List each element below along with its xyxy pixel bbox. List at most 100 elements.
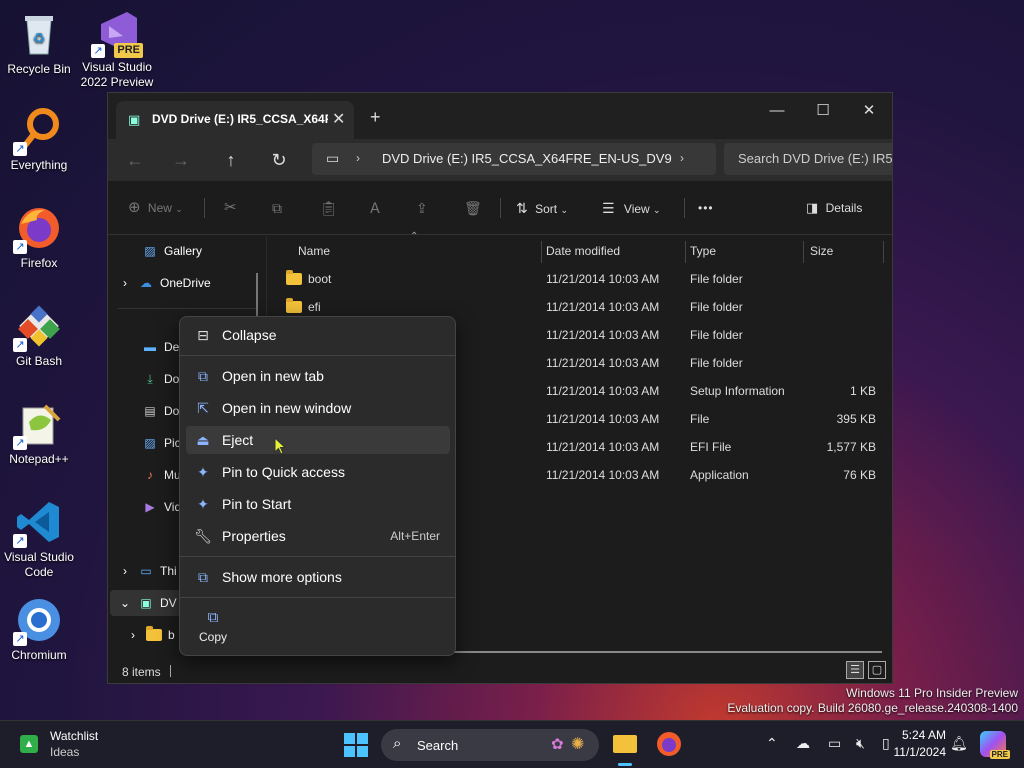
new-button[interactable]: ⊕ New ⌄ xyxy=(128,196,183,220)
clock-time[interactable]: 5:24 AM xyxy=(896,728,946,742)
menu-item-pin-to-start[interactable]: ✦ Pin to Start xyxy=(186,490,450,518)
copilot-icon[interactable]: PRE xyxy=(980,731,1010,759)
sidebar-item-dvd-drive[interactable]: ⌄ ▣ DV xyxy=(120,592,177,614)
copy-button[interactable]: ⧉ Copy xyxy=(190,605,236,651)
desktop-icon-notepad-plus-plus[interactable]: ↗ Notepad++ xyxy=(0,400,79,467)
new-tab-icon[interactable]: + xyxy=(370,107,381,128)
chevron-right-icon[interactable]: › xyxy=(120,560,130,582)
table-row[interactable]: boot 11/21/2014 10:03 AM File folder xyxy=(284,265,892,293)
close-tab-icon[interactable]: ✕ xyxy=(332,109,345,129)
more-options-icon[interactable]: ••• xyxy=(698,196,714,220)
menu-item-show-more-options[interactable]: ⧉ Show more options xyxy=(186,563,450,591)
desktop-icon-label: Visual Studio 2022 Preview xyxy=(80,60,154,89)
start-button[interactable] xyxy=(344,733,368,760)
chevron-up-icon[interactable]: ⌃ xyxy=(766,735,778,752)
forward-arrow-icon[interactable]: → xyxy=(166,147,196,173)
chevron-right-icon[interactable]: › xyxy=(128,624,138,646)
minimize-button[interactable]: — xyxy=(754,97,800,125)
sidebar-item-onedrive[interactable]: › ☁ OneDrive xyxy=(120,272,211,294)
sidebar-item-pictures[interactable]: ▨ Pic xyxy=(142,432,180,454)
taskbar: ▲ Watchlist Ideas ⌕ Search ✿ ✺ ⌃ ☁ ▭ 🔇︎ … xyxy=(0,720,1024,768)
sidebar-item-videos[interactable]: ▶ Vid xyxy=(142,496,181,518)
tiles-view-icon[interactable]: ▢ xyxy=(868,661,886,679)
chevron-right-icon[interactable]: › xyxy=(120,272,130,294)
shortcut-arrow-icon: ↗ xyxy=(13,338,27,352)
type-cell: File folder xyxy=(690,272,743,286)
desktop-icon-vscode[interactable]: ↗ Visual Studio Code xyxy=(0,498,79,580)
status-bar: 8 items ☰ ▢ xyxy=(108,659,892,683)
chevron-right-icon[interactable]: › xyxy=(680,151,684,165)
cut-icon[interactable]: ✂ xyxy=(224,196,237,220)
network-icon[interactable]: ▭ xyxy=(828,735,841,752)
pre-badge: PRE xyxy=(989,750,1010,759)
back-arrow-icon[interactable]: ← xyxy=(120,147,150,173)
notification-bell-icon[interactable]: 🔔︎ xyxy=(950,735,968,752)
desktop-icon-chromium[interactable]: ↗ Chromium xyxy=(0,596,79,663)
copy-icon: ⧉ xyxy=(207,609,219,626)
refresh-icon[interactable]: ↻ xyxy=(264,147,294,173)
firefox-icon: ↗ xyxy=(13,204,63,254)
widgets-button[interactable]: ▲ Watchlist Ideas xyxy=(18,729,138,761)
chevron-down-icon[interactable]: ⌄ xyxy=(120,592,130,614)
copy-icon[interactable]: ⧉ xyxy=(272,196,282,220)
details-view-icon[interactable]: ☰ xyxy=(846,661,864,679)
desktop-icon-git-bash[interactable]: ↗ Git Bash xyxy=(0,302,79,369)
sidebar-item-gallery[interactable]: ▨ Gallery xyxy=(142,240,202,262)
sidebar-item-documents[interactable]: ▤ Do xyxy=(142,400,179,422)
menu-item-open-new-window[interactable]: ⇱ Open in new window xyxy=(186,394,450,422)
menu-item-open-new-tab[interactable]: ⧉ Open in new tab xyxy=(186,362,450,390)
size-cell: 1,577 KB xyxy=(826,440,876,454)
title-bar: ▣ DVD Drive (E:) IR5_CCSA_X64F ✕ + — ☐ ✕ xyxy=(108,93,892,139)
up-arrow-icon[interactable]: ↑ xyxy=(216,147,246,173)
menu-item-eject[interactable]: ⏏ Eject xyxy=(186,426,450,454)
scrollbar[interactable] xyxy=(256,273,258,317)
address-bar[interactable]: ▭ › DVD Drive (E:) IR5_CCSA_X64FRE_EN-US… xyxy=(312,143,716,175)
vscode-icon: ↗ xyxy=(13,498,63,548)
desktop-icon-everything[interactable]: ↗ Everything xyxy=(0,106,79,173)
desktop-icon-firefox[interactable]: ↗ Firefox xyxy=(0,204,79,271)
paste-icon[interactable]: 📋︎ xyxy=(320,196,338,220)
view-button[interactable]: ☰ View ⌄ xyxy=(602,196,661,220)
type-cell: Application xyxy=(690,468,749,482)
menu-divider xyxy=(180,355,455,356)
column-size[interactable]: Size xyxy=(810,241,884,263)
sidebar-item-this-pc[interactable]: › ▭ Thi xyxy=(120,560,177,582)
gallery-icon: ▨ xyxy=(144,244,156,258)
horizontal-scrollbar[interactable] xyxy=(454,651,882,653)
cloud-offline-icon[interactable]: ☁ xyxy=(796,735,810,752)
search-highlight-icon: ✿ xyxy=(551,736,564,753)
sidebar-item-music[interactable]: ♪ Mu xyxy=(142,464,181,486)
taskbar-search-box[interactable]: ⌕ Search ✿ ✺ xyxy=(381,729,599,761)
desktop-icon-recycle-bin[interactable]: ♻ Recycle Bin xyxy=(0,10,79,77)
shortcut-arrow-icon: ↗ xyxy=(13,534,27,548)
search-input[interactable]: Search DVD Drive (E:) IR5 xyxy=(724,143,892,175)
menu-item-collapse[interactable]: ⊟ Collapse xyxy=(186,321,450,349)
delete-icon[interactable]: 🗑︎ xyxy=(464,196,482,220)
collapse-icon: ⊟ xyxy=(197,327,209,343)
desktop-icon-visual-studio-2022[interactable]: PRE ↗ Visual Studio 2022 Preview xyxy=(77,8,157,90)
date-cell: 11/21/2014 10:03 AM xyxy=(546,328,660,342)
chevron-down-icon: ⌄ xyxy=(653,205,661,215)
tab-dvd-drive[interactable]: ▣ DVD Drive (E:) IR5_CCSA_X64F ✕ xyxy=(116,101,354,139)
share-icon[interactable]: ⇪ xyxy=(416,196,428,220)
column-date-modified[interactable]: Date modified xyxy=(546,241,686,263)
menu-item-pin-quick-access[interactable]: ✦ Pin to Quick access xyxy=(186,458,450,486)
menu-divider xyxy=(180,556,455,557)
type-cell: File folder xyxy=(690,300,743,314)
file-explorer-taskbar-icon[interactable] xyxy=(610,729,640,766)
menu-item-properties[interactable]: 🔧︎ Properties Alt+Enter xyxy=(186,522,450,550)
firefox-taskbar-icon[interactable] xyxy=(656,731,682,760)
details-button[interactable]: ◨ Details xyxy=(806,196,862,220)
sidebar-item-boot[interactable]: › b xyxy=(128,624,175,646)
volume-muted-icon[interactable]: 🔇︎ xyxy=(856,735,865,752)
sort-button[interactable]: ⇅ Sort ⌄ xyxy=(516,196,568,220)
clock-date[interactable]: 11/1/2024 xyxy=(884,745,947,759)
sidebar-item-downloads[interactable]: ⤓ Do xyxy=(142,368,179,390)
maximize-button[interactable]: ☐ xyxy=(800,97,846,125)
date-cell: 11/21/2014 10:03 AM xyxy=(546,440,660,454)
close-window-button[interactable]: ✕ xyxy=(846,97,892,125)
status-divider xyxy=(170,665,171,677)
column-type[interactable]: Type xyxy=(690,241,804,263)
column-name[interactable]: Name xyxy=(298,241,542,263)
rename-icon[interactable]: Ａ xyxy=(368,196,382,220)
